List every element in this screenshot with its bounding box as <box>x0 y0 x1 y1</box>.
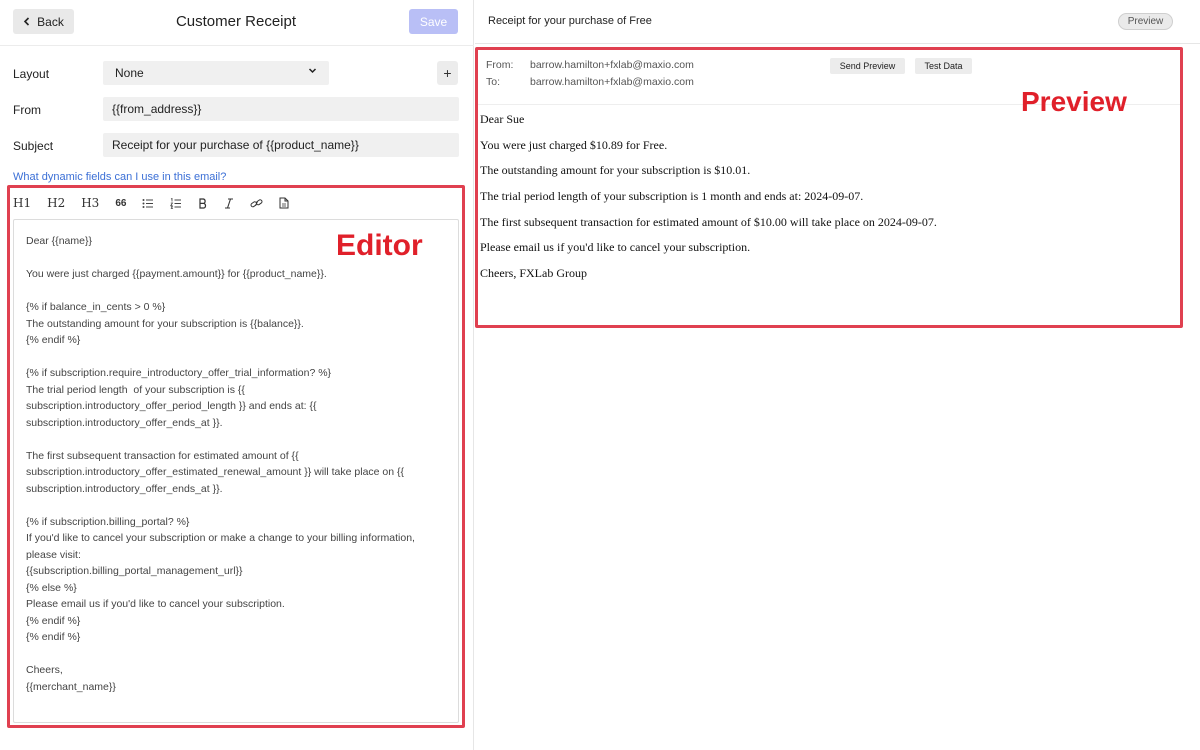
editor-annotation-label: Editor <box>336 229 423 262</box>
editor-panel: Back Customer Receipt Save Layout None +… <box>0 0 474 750</box>
chevron-down-icon <box>308 66 317 78</box>
editor-highlight-box <box>7 185 465 728</box>
from-label: From <box>13 103 41 117</box>
preview-subject-title: Receipt for your purchase of Free <box>488 15 652 27</box>
layout-value: None <box>115 66 144 80</box>
dynamic-fields-help-link[interactable]: What dynamic fields can I use in this em… <box>13 171 226 183</box>
from-field[interactable]: {{from_address}} <box>103 97 459 121</box>
preview-annotation-label: Preview <box>1021 86 1127 117</box>
editor-header: Back Customer Receipt Save <box>0 0 474 46</box>
subject-field[interactable]: Receipt for your purchase of {{product_n… <box>103 133 459 157</box>
layout-select[interactable]: None <box>103 61 329 85</box>
subject-label: Subject <box>13 139 54 153</box>
save-button[interactable]: Save <box>409 9 458 34</box>
preview-panel: Receipt for your purchase of Free Previe… <box>475 0 1200 750</box>
add-layout-button[interactable]: + <box>437 61 458 85</box>
layout-label: Layout <box>13 67 50 81</box>
preview-badge[interactable]: Preview <box>1118 13 1173 30</box>
page-title: Customer Receipt <box>175 13 297 30</box>
preview-header: Receipt for your purchase of Free Previe… <box>475 0 1200 44</box>
